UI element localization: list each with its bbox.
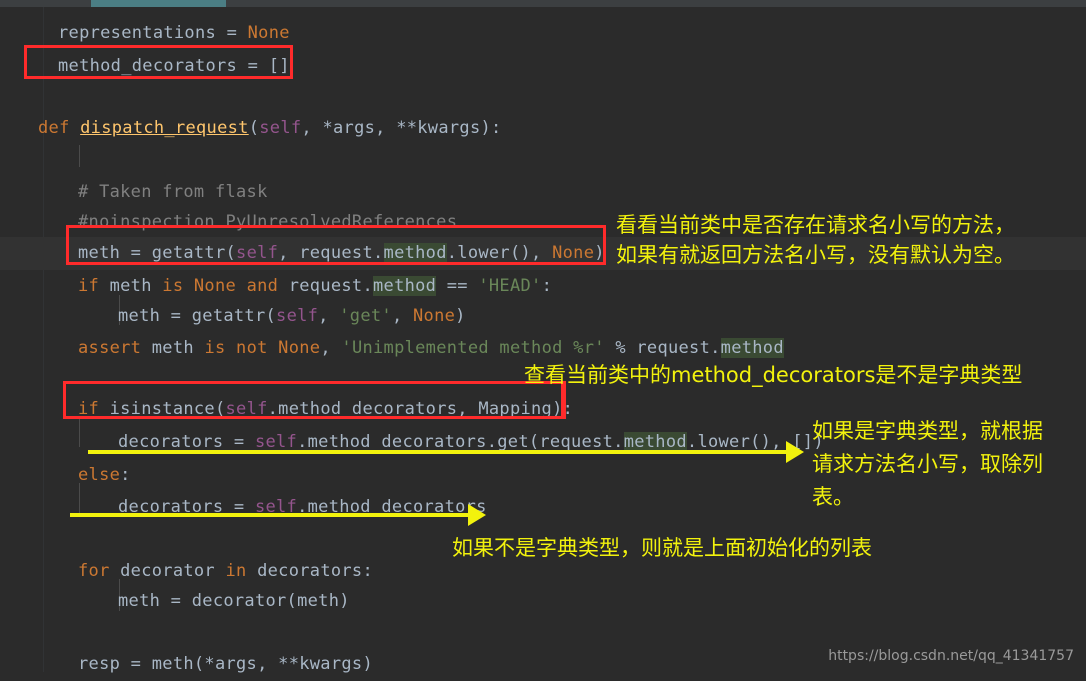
code-line[interactable]: meth = decorator(meth) (118, 585, 350, 618)
watermark-url: https://blog.csdn.net/qq_41341757 (828, 648, 1074, 664)
code-line[interactable]: resp = meth(*args, **kwargs) (78, 648, 373, 681)
annotation-note-getattr: 看看当前类中是否存在请求名小写的方法， 如果有就返回方法名小写，没有默认为空。 (616, 210, 1015, 270)
note-line-3: 表。 (812, 485, 854, 509)
code-line[interactable]: meth = getattr(self, 'get', None) (118, 300, 466, 333)
code-line[interactable]: if meth is None and request.method == 'H… (78, 270, 552, 303)
annotation-note-isinstance: 查看当前类中的method_decorators是不是字典类型 (524, 360, 1022, 390)
note-line-2: 如果有就返回方法名小写，没有默认为空。 (616, 243, 1015, 267)
annotation-arrow-head-else (468, 504, 486, 526)
annotation-note-else-branch: 如果不是字典类型，则就是上面初始化的列表 (452, 533, 872, 563)
horizontal-scrollbar-thumb[interactable] (91, 0, 226, 7)
note-line-1: 查看当前类中的method_decorators是不是字典类型 (524, 363, 1023, 387)
code-line[interactable]: else: (78, 459, 131, 492)
code-line[interactable]: representations = None (58, 17, 290, 50)
annotation-arrow-shaft-else (70, 513, 470, 517)
code-line[interactable]: for decorator in decorators: (78, 555, 373, 588)
note-line-2: 请求方法名小写，取除列 (812, 452, 1043, 476)
annotation-arrow-shaft-dict (88, 450, 788, 454)
code-line[interactable]: #noinspection PyUnresolvedReferences (78, 206, 457, 239)
annotation-note-dict-branch: 如果是字典类型，就根据 请求方法名小写，取除列 表。 (812, 415, 1043, 514)
code-editor-surface[interactable]: representations = None method_decorators… (0, 7, 1086, 674)
code-line[interactable]: decorators = self.method_decorators.get(… (118, 426, 824, 459)
gutter-divider (43, 7, 44, 672)
note-line-1: 看看当前类中是否存在请求名小写的方法， (616, 213, 1015, 237)
indent-guide (79, 145, 80, 167)
code-line[interactable]: def dispatch_request(self, *args, **kwar… (38, 112, 502, 145)
annotation-arrow-head-dict (786, 441, 804, 463)
code-line[interactable]: meth = getattr(self, request.method.lowe… (78, 237, 605, 270)
note-line-1: 如果是字典类型，就根据 (812, 419, 1043, 443)
code-line[interactable]: method_decorators = [] (58, 50, 290, 83)
note-line-1: 如果不是字典类型，则就是上面初始化的列表 (452, 536, 872, 560)
horizontal-scrollbar-track[interactable] (0, 0, 1086, 7)
code-line[interactable]: decorators = self.method_decorators (118, 491, 487, 524)
code-line[interactable]: # Taken from flask (78, 176, 268, 209)
code-line[interactable]: if isinstance(self.method_decorators, Ma… (78, 393, 573, 426)
